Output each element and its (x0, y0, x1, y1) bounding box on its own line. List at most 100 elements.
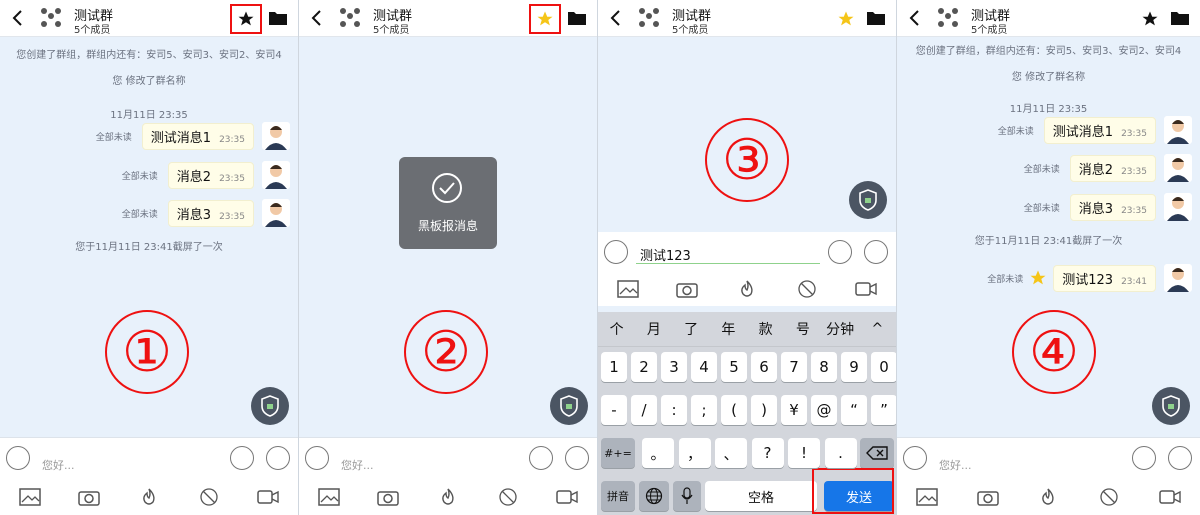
burn-after-reading-icon[interactable] (1037, 488, 1059, 506)
keyboard-key[interactable]: 。 (642, 438, 674, 468)
user-avatar-icon[interactable] (1164, 193, 1192, 221)
burn-after-reading-icon[interactable] (736, 280, 758, 298)
no-screenshot-icon[interactable] (1098, 488, 1120, 506)
keyboard-key[interactable]: @ (811, 395, 837, 425)
voice-input-icon[interactable] (6, 446, 30, 470)
blackboard-star-button[interactable] (1138, 7, 1162, 31)
video-icon[interactable] (855, 280, 877, 298)
user-avatar-icon[interactable] (262, 122, 290, 150)
message-bubble[interactable]: 消息2 23:35 (1069, 154, 1156, 182)
blackboard-star-button[interactable] (529, 4, 561, 34)
keyboard-key[interactable]: ; (691, 395, 717, 425)
message-bubble[interactable]: 消息3 23:35 (167, 199, 254, 227)
secure-shield-button[interactable] (251, 387, 289, 425)
keyboard-key[interactable]: 0 (871, 352, 896, 382)
user-avatar-icon[interactable] (1164, 264, 1192, 292)
camera-icon[interactable] (676, 280, 699, 298)
plus-icon[interactable] (565, 446, 589, 470)
back-arrow-icon[interactable] (905, 8, 925, 28)
blackboard-star-button[interactable] (834, 7, 858, 31)
back-arrow-icon[interactable] (307, 8, 327, 28)
message-row[interactable]: 全部未读 测试消息1 23:35 (96, 121, 290, 151)
keyboard-key[interactable]: 9 (841, 352, 867, 382)
user-avatar-icon[interactable] (262, 161, 290, 189)
emoji-icon[interactable] (230, 446, 254, 470)
pinyin-key[interactable]: 拼音 (601, 481, 635, 511)
no-screenshot-icon[interactable] (497, 488, 519, 506)
burn-after-reading-icon[interactable] (437, 488, 459, 506)
message-row[interactable]: 全部未读 测试123 23:41 (987, 263, 1192, 293)
message-input[interactable]: 您好... (341, 457, 374, 473)
keyboard-key[interactable]: 1 (601, 352, 627, 382)
read-status[interactable]: 全部未读 (998, 124, 1034, 137)
burn-after-reading-icon[interactable] (138, 488, 160, 506)
message-bubble[interactable]: 测试消息1 23:35 (141, 122, 254, 150)
keyboard-key[interactable]: 6 (751, 352, 777, 382)
keyboard-key[interactable]: ? (751, 438, 784, 468)
keyboard-key[interactable]: . (824, 438, 857, 468)
message-input[interactable]: 测试123 (640, 245, 691, 264)
plus-icon[interactable] (266, 446, 290, 470)
read-status[interactable]: 全部未读 (122, 207, 158, 220)
message-bubble[interactable]: 测试123 23:41 (1053, 264, 1156, 292)
video-icon[interactable] (1158, 488, 1181, 506)
keyboard-key[interactable]: 8 (811, 352, 837, 382)
image-icon[interactable] (318, 488, 340, 506)
message-row[interactable]: 全部未读 消息3 23:35 (122, 198, 290, 228)
read-status[interactable]: 全部未读 (987, 272, 1023, 285)
camera-icon[interactable] (977, 488, 999, 506)
emoji-icon[interactable] (828, 240, 852, 264)
keyboard-key[interactable]: 7 (781, 352, 807, 382)
back-arrow-icon[interactable] (606, 8, 626, 28)
dictation-key[interactable] (673, 481, 701, 511)
image-icon[interactable] (617, 280, 639, 298)
folder-icon[interactable] (1170, 10, 1190, 26)
keyboard-key[interactable]: : (661, 395, 687, 425)
voice-input-icon[interactable] (903, 446, 927, 470)
image-icon[interactable] (19, 488, 41, 506)
folder-icon[interactable] (866, 10, 886, 26)
voice-input-icon[interactable] (305, 446, 329, 470)
keyboard-key[interactable]: “ (841, 395, 867, 425)
folder-icon[interactable] (567, 10, 587, 26)
candidate-word[interactable]: 了 (673, 319, 710, 339)
candidate-word[interactable]: 个 (598, 319, 635, 339)
camera-icon[interactable] (78, 488, 101, 506)
blackboard-star-button[interactable] (230, 4, 262, 34)
user-avatar-icon[interactable] (1164, 116, 1192, 144)
candidate-word[interactable]: 月 (635, 319, 672, 339)
camera-icon[interactable] (377, 488, 400, 506)
user-avatar-icon[interactable] (1164, 154, 1192, 182)
expand-candidates-button[interactable]: ^ (859, 321, 896, 337)
candidate-word[interactable]: 款 (747, 319, 784, 339)
plus-icon[interactable] (1168, 446, 1192, 470)
secure-shield-button[interactable] (1152, 387, 1190, 425)
message-bubble[interactable]: 消息2 23:35 (167, 161, 254, 189)
message-row[interactable]: 全部未读 测试消息1 23:35 (998, 115, 1192, 145)
keyboard-key[interactable]: ” (871, 395, 896, 425)
keyboard-key[interactable]: ¥ (781, 395, 807, 425)
symbol-switch-key[interactable]: #+= (601, 438, 635, 468)
video-icon[interactable] (556, 488, 578, 506)
emoji-icon[interactable] (1132, 446, 1156, 470)
read-status[interactable]: 全部未读 (1024, 162, 1060, 175)
keyboard-key[interactable]: 3 (661, 352, 687, 382)
keyboard-key[interactable]: ( (721, 395, 747, 425)
message-row[interactable]: 全部未读 消息3 23:35 (1024, 192, 1192, 222)
folder-icon[interactable] (268, 10, 288, 26)
keyboard-key[interactable]: ， (678, 438, 711, 468)
keyboard-key[interactable]: ) (751, 395, 777, 425)
read-status[interactable]: 全部未读 (96, 130, 132, 143)
video-icon[interactable] (257, 488, 279, 506)
no-screenshot-icon[interactable] (198, 488, 220, 506)
message-input[interactable]: 您好... (42, 457, 75, 473)
read-status[interactable]: 全部未读 (1024, 201, 1060, 214)
message-input[interactable]: 您好... (939, 457, 972, 473)
image-icon[interactable] (916, 488, 939, 506)
keyboard-key[interactable]: ! (788, 438, 820, 468)
space-key[interactable]: 空格 (705, 481, 817, 511)
candidate-word[interactable]: 分钟 (822, 319, 859, 339)
candidate-word[interactable]: 年 (710, 319, 747, 339)
message-row[interactable]: 全部未读 消息2 23:35 (122, 160, 290, 190)
keyboard-key[interactable]: 、 (715, 438, 747, 468)
